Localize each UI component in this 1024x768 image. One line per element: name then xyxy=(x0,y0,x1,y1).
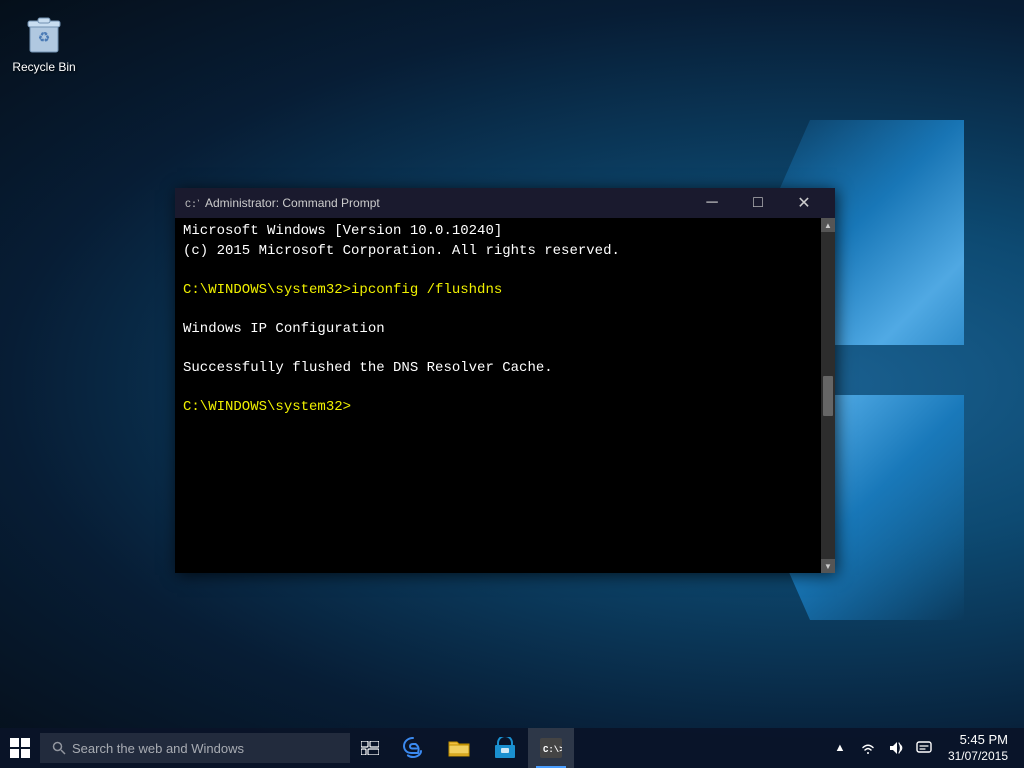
cmd-titlebar: C:\ Administrator: Command Prompt ─ □ ✕ xyxy=(175,188,835,218)
scroll-up-button[interactable]: ▲ xyxy=(821,218,835,232)
svg-text:C:\: C:\ xyxy=(185,199,199,211)
search-icon xyxy=(52,741,66,755)
start-icon xyxy=(10,738,30,758)
taskbar-apps: C:\>_ xyxy=(390,728,828,768)
cmd-taskbar-button[interactable]: C:\>_ xyxy=(528,728,574,768)
taskbar: Search the web and Windows xyxy=(0,728,1024,768)
cmd-title-icon: C:\ xyxy=(183,195,199,211)
notification-tray-icon[interactable] xyxy=(912,734,936,762)
cmd-maximize-button[interactable]: □ xyxy=(735,188,781,218)
cmd-line-2: (c) 2015 Microsoft Corporation. All righ… xyxy=(183,242,813,262)
file-explorer-icon xyxy=(447,736,471,760)
clock-date: 31/07/2015 xyxy=(948,749,1008,765)
svg-text:♻: ♻ xyxy=(38,29,51,45)
task-view-button[interactable] xyxy=(350,728,390,768)
volume-tray-icon[interactable] xyxy=(884,734,908,762)
task-view-icon xyxy=(361,741,379,755)
edge-taskbar-button[interactable] xyxy=(390,728,436,768)
cmd-line-4: Windows IP Configuration xyxy=(183,320,813,340)
taskbar-tray: ▲ xyxy=(828,732,1024,764)
start-button[interactable] xyxy=(0,728,40,768)
cmd-line-1: Microsoft Windows [Version 10.0.10240] xyxy=(183,222,813,242)
tray-chevron-button[interactable]: ▲ xyxy=(828,734,852,762)
search-placeholder: Search the web and Windows xyxy=(72,741,244,756)
store-taskbar-button[interactable] xyxy=(482,728,528,768)
clock-time: 5:45 PM xyxy=(948,732,1008,749)
file-explorer-taskbar-button[interactable] xyxy=(436,728,482,768)
clock[interactable]: 5:45 PM 31/07/2015 xyxy=(940,732,1016,764)
desktop: ♻ Recycle Bin C:\ Administrator: Command… xyxy=(0,0,1024,768)
recycle-bin-label: Recycle Bin xyxy=(8,60,80,74)
edge-icon xyxy=(401,736,425,760)
cmd-window: C:\ Administrator: Command Prompt ─ □ ✕ … xyxy=(175,188,835,573)
svg-text:C:\>_: C:\>_ xyxy=(543,745,562,755)
cmd-output: Microsoft Windows [Version 10.0.10240] (… xyxy=(175,218,821,573)
scroll-down-button[interactable]: ▼ xyxy=(821,559,835,573)
cmd-line-6: C:\WINDOWS\system32> xyxy=(183,398,813,418)
search-box[interactable]: Search the web and Windows xyxy=(40,733,350,763)
cmd-line-5: Successfully flushed the DNS Resolver Ca… xyxy=(183,359,813,379)
cmd-taskbar-icon: C:\>_ xyxy=(539,736,563,760)
cmd-title-text: Administrator: Command Prompt xyxy=(205,196,689,210)
cmd-line-3: C:\WINDOWS\system32>ipconfig /flushdns xyxy=(183,281,813,301)
cmd-close-button[interactable]: ✕ xyxy=(781,188,827,218)
recycle-bin-icon[interactable]: ♻ Recycle Bin xyxy=(8,8,80,74)
cmd-minimize-button[interactable]: ─ xyxy=(689,188,735,218)
cmd-body: Microsoft Windows [Version 10.0.10240] (… xyxy=(175,218,835,573)
store-icon xyxy=(493,736,517,760)
cmd-window-controls: ─ □ ✕ xyxy=(689,188,827,218)
cmd-scrollbar: ▲ ▼ xyxy=(821,218,835,573)
scroll-thumb[interactable] xyxy=(823,376,833,416)
network-tray-icon[interactable] xyxy=(856,734,880,762)
